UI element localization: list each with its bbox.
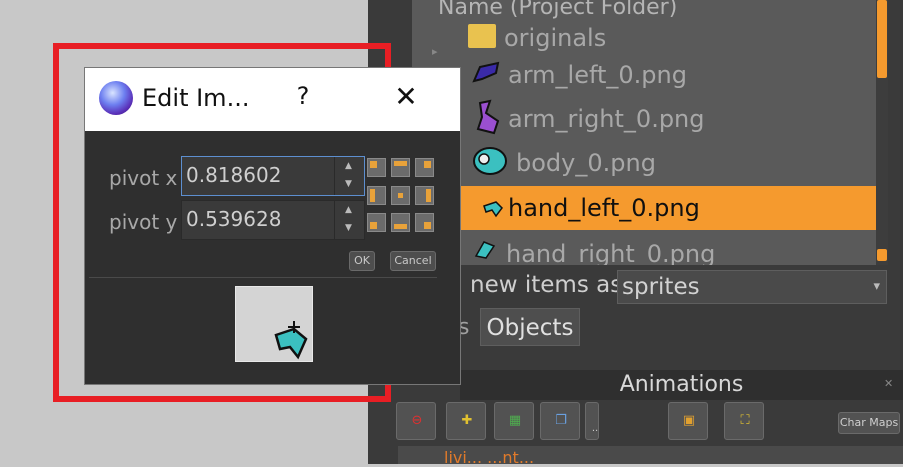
tree-item-label: hand_right_0.png — [506, 240, 716, 265]
hand-right-sprite-icon — [474, 241, 496, 259]
fit-icon: ⛶ — [740, 413, 750, 428]
tree-item-label: arm_right_0.png — [508, 105, 705, 133]
pivot-top-center-button[interactable] — [391, 158, 410, 177]
dialog-title: Edit Im... — [142, 84, 250, 112]
tree-item-label: body_0.png — [516, 149, 656, 177]
pivot-x-field[interactable]: 0.818602 ▲ ▼ — [181, 156, 365, 196]
panel-close-icon[interactable]: ✕ — [884, 378, 896, 390]
stop-icon: ⊖ — [411, 413, 423, 428]
project-tree[interactable]: Name (Project Folder) ▸ originals arm_le… — [412, 0, 878, 265]
divider — [89, 277, 437, 278]
animation-list-item[interactable]: livi... ...nt... — [444, 448, 534, 467]
pivot-y-label: pivot y — [109, 210, 178, 234]
pivot-bottom-left-button[interactable] — [367, 213, 386, 232]
pivot-center-button[interactable] — [391, 186, 410, 205]
pivot-bottom-center-button[interactable] — [391, 213, 410, 232]
tree-item-label: arm_left_0.png — [508, 61, 687, 89]
animation-tool-button[interactable]: ▦ — [494, 402, 534, 440]
add-animation-button[interactable]: ✚ — [446, 402, 486, 440]
pivot-top-left-button[interactable] — [367, 158, 386, 177]
app-logo-icon — [99, 81, 133, 115]
sprite-preview[interactable] — [235, 286, 313, 362]
arm-right-sprite-icon — [476, 99, 500, 135]
pivot-middle-right-button[interactable] — [415, 186, 434, 205]
pivot-y-spinner[interactable]: ▲ ▼ — [334, 201, 364, 239]
tree-item-label: hand_left_0.png — [508, 194, 700, 222]
pivot-y-field[interactable]: 0.539628 ▲ ▼ — [181, 200, 365, 240]
new-items-select-value: sprites — [622, 274, 700, 300]
hand-left-sprite-icon — [483, 201, 503, 218]
tree-scrollbar-thumb[interactable] — [877, 0, 887, 78]
hand-left-sprite-icon — [274, 321, 308, 360]
spin-down-icon[interactable]: ▼ — [345, 223, 352, 233]
image-button[interactable]: ▣ — [668, 402, 708, 440]
copy-animation-button[interactable]: ❐ — [540, 402, 580, 440]
cancel-button[interactable]: Cancel — [390, 251, 436, 271]
spin-down-icon[interactable]: ▼ — [345, 179, 352, 189]
tree-add-icon: ▦ — [508, 413, 522, 428]
pivot-top-right-button[interactable] — [415, 158, 434, 177]
new-items-label: new items as — [470, 272, 623, 298]
more-icon: .. — [591, 423, 599, 434]
dialog-titlebar[interactable]: Edit Im... ? ✕ — [85, 68, 460, 131]
pivot-x-value: 0.818602 — [186, 163, 282, 187]
add-animation-icon: ✚ — [461, 413, 473, 428]
more-button[interactable]: .. — [585, 402, 599, 440]
tab-objects[interactable]: Objects — [480, 308, 580, 346]
folder-icon — [468, 24, 496, 48]
tree-item[interactable]: arm_left_0.png — [412, 53, 878, 97]
help-button[interactable]: ? — [293, 82, 313, 112]
tree-item[interactable]: body_0.png — [412, 141, 878, 185]
arm-left-sprite-icon — [472, 61, 500, 83]
pivot-bottom-right-button[interactable] — [415, 213, 434, 232]
animation-list[interactable]: livi... ...nt... — [398, 446, 903, 467]
chevron-down-icon: ▾ — [873, 279, 880, 294]
new-items-select[interactable]: sprites ▾ — [617, 270, 887, 304]
pivot-middle-left-button[interactable] — [367, 186, 386, 205]
tab-partial[interactable]: s — [458, 308, 480, 346]
animations-panel-title: Animations — [460, 370, 903, 400]
image-icon: ▣ — [682, 413, 696, 428]
body-sprite-icon — [473, 147, 507, 175]
tree-item[interactable]: hand_right_0.png — [412, 232, 878, 265]
tree-item-selected[interactable]: hand_left_0.png — [412, 186, 878, 230]
tree-item[interactable]: arm_right_0.png — [412, 97, 878, 141]
spin-up-icon[interactable]: ▲ — [345, 161, 352, 171]
copy-icon: ❐ — [555, 413, 567, 428]
close-button[interactable]: ✕ — [393, 82, 419, 112]
pivot-y-value: 0.539628 — [186, 207, 282, 231]
spin-up-icon[interactable]: ▲ — [345, 205, 352, 215]
tree-scrollbar-down-button[interactable] — [877, 249, 887, 261]
edit-image-dialog: Edit Im... ? ✕ pivot x 0.818602 ▲ ▼ pivo… — [84, 67, 461, 385]
char-maps-button[interactable]: Char Maps — [838, 412, 900, 434]
ok-button[interactable]: OK — [349, 251, 375, 271]
fit-button[interactable]: ⛶ — [724, 402, 764, 440]
delete-animation-button[interactable]: ⊖ — [396, 402, 436, 440]
pivot-x-label: pivot x — [109, 166, 178, 190]
pivot-x-spinner[interactable]: ▲ ▼ — [334, 157, 364, 195]
